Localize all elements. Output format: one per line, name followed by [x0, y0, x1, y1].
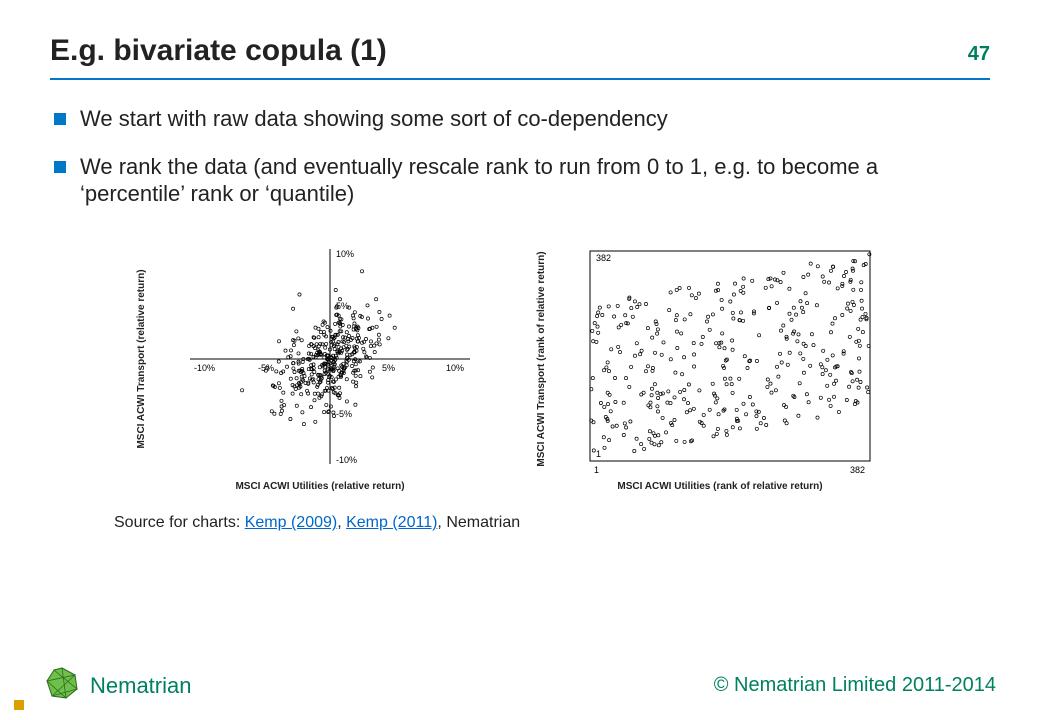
brand: Nematrian — [44, 665, 191, 706]
svg-text:382: 382 — [850, 465, 865, 475]
source-suffix: , Nematrian — [437, 514, 520, 531]
bullet-square-icon — [54, 113, 66, 125]
svg-text:5%: 5% — [382, 363, 395, 373]
copyright: © Nematrian Limited 2011-2014 — [714, 674, 996, 697]
svg-text:-10%: -10% — [194, 363, 215, 373]
chart2-svg: 382 1 1 382 — [550, 229, 890, 489]
svg-text:10%: 10% — [446, 363, 464, 373]
bullet-text: We start with raw data showing some sort… — [80, 106, 986, 132]
brand-name: Nematrian — [90, 673, 191, 699]
chart1-xlabel: MSCI ACWI Utilities (relative return) — [235, 481, 404, 493]
svg-text:1: 1 — [596, 449, 601, 459]
svg-text:5%: 5% — [336, 301, 349, 311]
source-sep: , — [337, 514, 346, 531]
charts-row: MSCI ACWI Transport (relative return) -1… — [54, 229, 986, 489]
bullet-text: We rank the data (and eventually rescale… — [80, 154, 986, 207]
footer: Nematrian © Nematrian Limited 2011-2014 — [0, 665, 1040, 706]
bullet-square-icon — [54, 161, 66, 173]
source-link-1[interactable]: Kemp (2009) — [245, 514, 338, 531]
chart2-ylabel: MSCI ACWI Transport (rank of relative re… — [536, 252, 548, 467]
content: We start with raw data showing some sort… — [50, 80, 990, 532]
svg-text:-5%: -5% — [258, 363, 274, 373]
logo-icon — [44, 665, 80, 706]
chart1-svg: -10% -5% 5% 10% 10% 5% -5% -10% — [150, 229, 490, 489]
chart2-xlabel: MSCI ACWI Utilities (rank of relative re… — [617, 481, 822, 493]
svg-text:-10%: -10% — [336, 455, 357, 465]
bullet-item: We start with raw data showing some sort… — [54, 106, 986, 132]
svg-text:10%: 10% — [336, 249, 354, 259]
chart1-ylabel: MSCI ACWI Transport (relative return) — [136, 270, 148, 449]
svg-text:1: 1 — [594, 465, 599, 475]
page-number: 47 — [968, 43, 990, 66]
bullet-item: We rank the data (and eventually rescale… — [54, 154, 986, 207]
corner-marker-icon — [14, 700, 24, 710]
slide-title: E.g. bivariate copula (1) — [50, 34, 387, 68]
source-prefix: Source for charts: — [114, 514, 245, 531]
header: E.g. bivariate copula (1) 47 — [50, 30, 990, 74]
source-link-2[interactable]: Kemp (2011) — [346, 514, 437, 531]
slide: E.g. bivariate copula (1) 47 We start wi… — [0, 0, 1040, 720]
chart-ranked-returns: MSCI ACWI Transport (rank of relative re… — [550, 229, 890, 489]
chart-raw-returns: MSCI ACWI Transport (relative return) -1… — [150, 229, 490, 489]
svg-text:382: 382 — [596, 253, 611, 263]
source-line: Source for charts: Kemp (2009), Kemp (20… — [114, 513, 986, 532]
svg-text:-5%: -5% — [336, 409, 352, 419]
